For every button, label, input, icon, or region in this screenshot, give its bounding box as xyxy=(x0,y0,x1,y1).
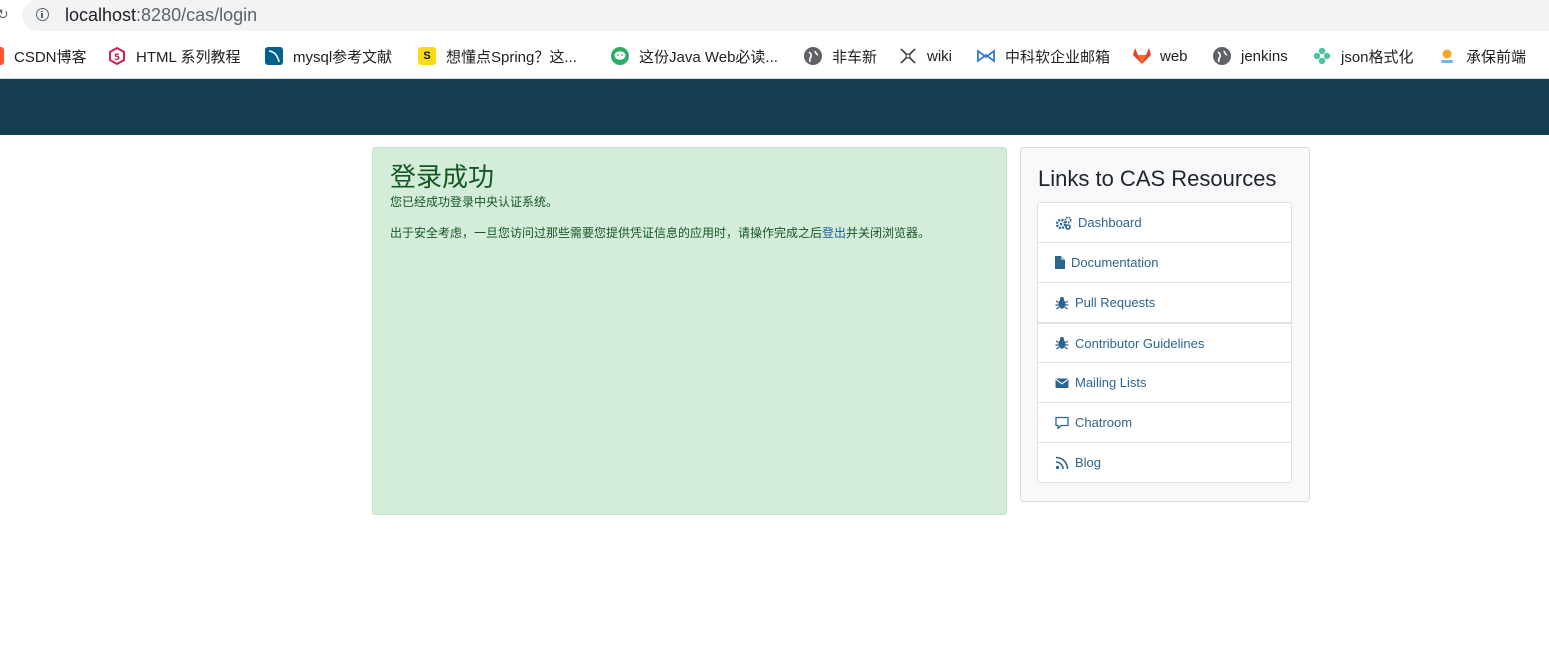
wechat-icon xyxy=(611,47,629,65)
bookmark-label: 非车新 xyxy=(832,48,878,66)
address-bar: ↻ localhost:8280/cas/login xyxy=(0,0,1549,33)
bookmark-spring[interactable]: S 想懂点Spring？这... xyxy=(418,45,577,67)
json-icon xyxy=(1313,47,1331,65)
resource-link-chatroom[interactable]: Chatroom xyxy=(1038,402,1291,442)
bookmark-label: 承保前端 xyxy=(1466,48,1527,66)
bookmark-label: jenkins xyxy=(1241,47,1288,65)
bookmark-csdn[interactable]: CSDN博客 xyxy=(0,45,87,67)
bookmark-underwriting-frontend[interactable]: 承保前端 xyxy=(1438,45,1526,67)
success-message: 您已经成功登录中央认证系统。 xyxy=(390,195,559,209)
html-tutorial-icon: 5 xyxy=(108,46,126,66)
resource-link-documentation[interactable]: Documentation xyxy=(1038,242,1291,282)
file-icon xyxy=(1055,255,1065,270)
cas-navbar xyxy=(0,79,1549,135)
security-notice-text-end: 并关闭浏览器。 xyxy=(846,226,931,240)
mysql-icon xyxy=(265,47,283,65)
bookmark-label: web xyxy=(1160,47,1188,65)
wiki-icon xyxy=(899,47,917,65)
resource-label: Dashboard xyxy=(1078,215,1142,230)
resources-title: Links to CAS Resources xyxy=(1038,166,1277,191)
globe-icon xyxy=(1213,47,1231,65)
bookmark-label: json格式化 xyxy=(1341,48,1414,66)
bookmark-json-format[interactable]: json格式化 xyxy=(1313,45,1414,67)
bug-icon xyxy=(1055,336,1069,350)
site-info-icon[interactable] xyxy=(36,8,49,21)
resource-link-pull-requests[interactable]: Pull Requests xyxy=(1038,282,1291,322)
reload-icon[interactable]: ↻ xyxy=(0,7,9,21)
csdn-icon xyxy=(0,47,4,65)
bookmark-javaweb[interactable]: 这份Java Web必读... xyxy=(611,45,778,67)
spring-icon: S xyxy=(418,47,436,65)
success-title: 登录成功 xyxy=(390,162,495,192)
bookmark-label: HTML 系列教程 xyxy=(136,48,241,66)
bookmark-label: mysql参考文献 xyxy=(293,48,393,66)
bookmark-label: wiki xyxy=(927,47,952,65)
resource-label: Chatroom xyxy=(1075,415,1133,430)
cogs-icon xyxy=(1055,216,1072,230)
url-text[interactable]: localhost:8280/cas/login xyxy=(65,4,257,26)
envelope-icon xyxy=(1055,376,1069,390)
bookmark-label: 中科软企业邮箱 xyxy=(1005,48,1111,66)
resource-label: Documentation xyxy=(1071,255,1159,270)
bookmark-label: CSDN博客 xyxy=(14,48,87,66)
bookmark-jenkins[interactable]: jenkins xyxy=(1213,45,1288,67)
omnibox[interactable]: localhost:8280/cas/login xyxy=(22,0,1549,31)
bookmark-wiki[interactable]: wiki xyxy=(899,45,952,67)
bookmark-html-tutorial[interactable]: 5 HTML 系列教程 xyxy=(108,45,240,67)
user-icon xyxy=(1438,47,1456,65)
url-host: localhost xyxy=(65,5,137,25)
svg-text:5: 5 xyxy=(114,53,120,63)
resource-label: Pull Requests xyxy=(1075,295,1156,310)
resource-label: Mailing Lists xyxy=(1075,375,1147,390)
bookmark-web[interactable]: web xyxy=(1132,45,1188,67)
resource-link-dashboard[interactable]: Dashboard xyxy=(1038,203,1291,242)
bug-icon xyxy=(1055,296,1069,310)
mail-logo-icon xyxy=(977,47,995,65)
bookmark-mysql[interactable]: mysql参考文献 xyxy=(265,45,392,67)
bookmark-feichexin[interactable]: 非车新 xyxy=(804,45,877,67)
resource-link-contributor-guidelines[interactable]: Contributor Guidelines xyxy=(1038,322,1291,362)
bookmarks-bar: CSDN博客 5 HTML 系列教程 mysql参考文献 S 想懂点Spring… xyxy=(0,33,1549,79)
resource-link-blog[interactable]: Blog xyxy=(1038,442,1291,482)
url-path: :8280/cas/login xyxy=(136,5,258,25)
login-success-panel: 登录成功 您已经成功登录中央认证系统。 出于安全考虑，一旦您访问过那些需要您提供… xyxy=(372,147,1007,515)
bookmark-label: 这份Java Web必读... xyxy=(639,48,778,66)
resource-label: Contributor Guidelines xyxy=(1075,335,1205,351)
bookmark-label: 想懂点Spring？这... xyxy=(446,48,577,66)
cas-resources-panel: Links to CAS Resources Dashboard Documen… xyxy=(1020,147,1310,502)
resource-label: Blog xyxy=(1075,455,1102,470)
logout-link[interactable]: 登出 xyxy=(822,226,846,240)
security-notice-text: 出于安全考虑，一旦您访问过那些需要您提供凭证信息的应用时，请操作完成之后 xyxy=(390,226,823,240)
comment-icon xyxy=(1055,416,1069,430)
resource-link-mailing-lists[interactable]: Mailing Lists xyxy=(1038,362,1291,402)
resources-list: Dashboard Documentation Pull Requests Co… xyxy=(1037,202,1292,483)
rss-icon xyxy=(1055,456,1069,470)
bookmark-enterprise-mail[interactable]: 中科软企业邮箱 xyxy=(977,45,1110,67)
globe-icon xyxy=(804,47,822,65)
security-notice: 出于安全考虑，一旦您访问过那些需要您提供凭证信息的应用时，请操作完成之后登出并关… xyxy=(390,225,989,241)
gitlab-icon xyxy=(1132,47,1151,65)
